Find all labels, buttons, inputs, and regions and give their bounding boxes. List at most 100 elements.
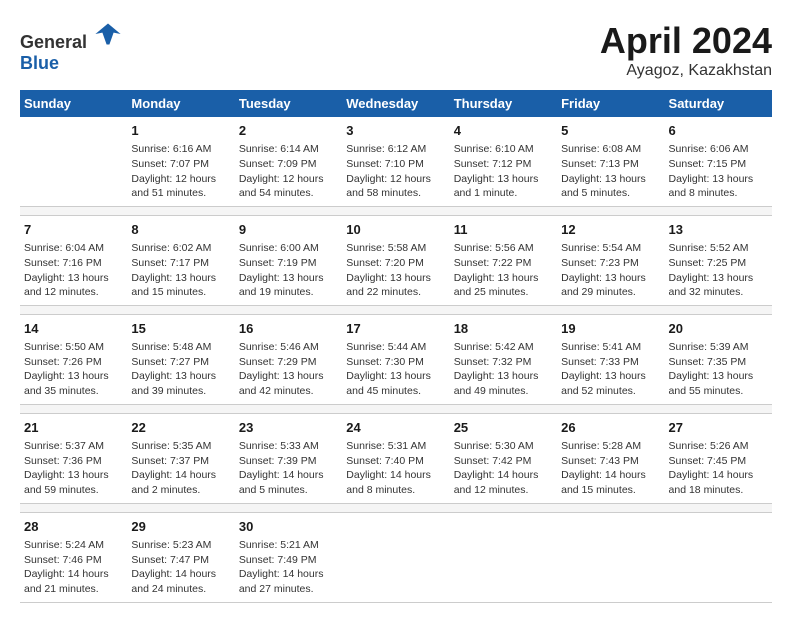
- day-number: 30: [239, 518, 338, 536]
- day-number: 8: [131, 221, 230, 239]
- day-info: Sunrise: 5:35 AM Sunset: 7:37 PM Dayligh…: [131, 439, 230, 498]
- day-number: 28: [24, 518, 123, 536]
- cell-week4-day3: 24 Sunrise: 5:31 AM Sunset: 7:40 PM Dayli…: [342, 413, 449, 503]
- cell-week1-day2: 2Sunrise: 6:14 AM Sunset: 7:09 PM Daylig…: [235, 117, 342, 206]
- day-number: 26: [561, 419, 660, 437]
- logo: General Blue: [20, 20, 122, 74]
- day-number: 22: [131, 419, 230, 437]
- week-row-4: 21Sunrise: 5:37 AM Sunset: 7:36 PM Dayli…: [20, 413, 772, 503]
- header-sunday: Sunday: [20, 90, 127, 117]
- day-number: 20: [669, 320, 768, 338]
- separator-cell: [20, 503, 772, 512]
- day-info: Sunrise: 5:33 AM Sunset: 7:39 PM Dayligh…: [239, 439, 338, 498]
- day-number: 16: [239, 320, 338, 338]
- cell-week5-day2: 30Sunrise: 5:21 AM Sunset: 7:49 PM Dayli…: [235, 512, 342, 602]
- cell-week2-day4: 11 Sunrise: 5:56 AM Sunset: 7:22 PM Dayli…: [450, 215, 557, 305]
- cell-week3-day4: 18Sunrise: 5:42 AM Sunset: 7:32 PM Dayli…: [450, 314, 557, 404]
- day-number: 11: [454, 221, 553, 239]
- day-info: Sunrise: 5:39 AM Sunset: 7:35 PM Dayligh…: [669, 340, 768, 399]
- day-info: Sunrise: 6:08 AM Sunset: 7:13 PM Dayligh…: [561, 142, 660, 201]
- cell-week1-day6: 6 Sunrise: 6:06 AM Sunset: 7:15 PM Daylig…: [665, 117, 772, 206]
- title-block: April 2024 Ayagoz, Kazakhstan: [600, 20, 772, 80]
- day-number: 6: [669, 122, 768, 140]
- week-row-3: 14Sunrise: 5:50 AM Sunset: 7:26 PM Dayli…: [20, 314, 772, 404]
- day-info: Sunrise: 5:23 AM Sunset: 7:47 PM Dayligh…: [131, 538, 230, 597]
- cell-week1-day0: [20, 117, 127, 206]
- cell-week3-day0: 14Sunrise: 5:50 AM Sunset: 7:26 PM Dayli…: [20, 314, 127, 404]
- cell-week3-day1: 15 Sunrise: 5:48 AM Sunset: 7:27 PM Dayli…: [127, 314, 234, 404]
- day-info: Sunrise: 6:06 AM Sunset: 7:15 PM Dayligh…: [669, 142, 768, 201]
- day-info: Sunrise: 5:50 AM Sunset: 7:26 PM Dayligh…: [24, 340, 123, 399]
- day-number: 23: [239, 419, 338, 437]
- day-number: 15: [131, 320, 230, 338]
- day-number: 25: [454, 419, 553, 437]
- week-separator-3: [20, 404, 772, 413]
- cell-week1-day5: 5Sunrise: 6:08 AM Sunset: 7:13 PM Daylig…: [557, 117, 664, 206]
- cell-week3-day3: 17 Sunrise: 5:44 AM Sunset: 7:30 PM Dayli…: [342, 314, 449, 404]
- cell-week1-day4: 4Sunrise: 6:10 AM Sunset: 7:12 PM Daylig…: [450, 117, 557, 206]
- week-separator-1: [20, 206, 772, 215]
- cell-week4-day2: 23 Sunrise: 5:33 AM Sunset: 7:39 PM Dayli…: [235, 413, 342, 503]
- cell-week1-day3: 3 Sunrise: 6:12 AM Sunset: 7:10 PM Daylig…: [342, 117, 449, 206]
- day-number: 7: [24, 221, 123, 239]
- separator-cell: [20, 206, 772, 215]
- day-number: 18: [454, 320, 553, 338]
- cell-week5-day3: [342, 512, 449, 602]
- day-info: Sunrise: 5:31 AM Sunset: 7:40 PM Dayligh…: [346, 439, 445, 498]
- day-info: Sunrise: 6:16 AM Sunset: 7:07 PM Dayligh…: [131, 142, 230, 201]
- day-info: Sunrise: 6:04 AM Sunset: 7:16 PM Dayligh…: [24, 241, 123, 300]
- header-tuesday: Tuesday: [235, 90, 342, 117]
- header-wednesday: Wednesday: [342, 90, 449, 117]
- day-info: Sunrise: 5:52 AM Sunset: 7:25 PM Dayligh…: [669, 241, 768, 300]
- cell-week5-day6: [665, 512, 772, 602]
- week-separator-2: [20, 305, 772, 314]
- day-number: 4: [454, 122, 553, 140]
- day-number: 13: [669, 221, 768, 239]
- cell-week5-day4: [450, 512, 557, 602]
- calendar-table: SundayMondayTuesdayWednesdayThursdayFrid…: [20, 90, 772, 603]
- cell-week2-day0: 7 Sunrise: 6:04 AM Sunset: 7:16 PM Daylig…: [20, 215, 127, 305]
- cell-week2-day5: 12Sunrise: 5:54 AM Sunset: 7:23 PM Dayli…: [557, 215, 664, 305]
- cell-week5-day5: [557, 512, 664, 602]
- cell-week2-day2: 9Sunrise: 6:00 AM Sunset: 7:19 PM Daylig…: [235, 215, 342, 305]
- cell-week5-day1: 29 Sunrise: 5:23 AM Sunset: 7:47 PM Dayli…: [127, 512, 234, 602]
- day-number: 29: [131, 518, 230, 536]
- header-monday: Monday: [127, 90, 234, 117]
- day-info: Sunrise: 5:48 AM Sunset: 7:27 PM Dayligh…: [131, 340, 230, 399]
- week-row-5: 28Sunrise: 5:24 AM Sunset: 7:46 PM Dayli…: [20, 512, 772, 602]
- cell-week4-day1: 22 Sunrise: 5:35 AM Sunset: 7:37 PM Dayli…: [127, 413, 234, 503]
- day-info: Sunrise: 5:26 AM Sunset: 7:45 PM Dayligh…: [669, 439, 768, 498]
- cell-week4-day5: 26Sunrise: 5:28 AM Sunset: 7:43 PM Dayli…: [557, 413, 664, 503]
- logo-bird-icon: [94, 20, 122, 48]
- cell-week3-day6: 20 Sunrise: 5:39 AM Sunset: 7:35 PM Dayli…: [665, 314, 772, 404]
- cell-week2-day3: 10Sunrise: 5:58 AM Sunset: 7:20 PM Dayli…: [342, 215, 449, 305]
- day-number: 24: [346, 419, 445, 437]
- day-info: Sunrise: 5:30 AM Sunset: 7:42 PM Dayligh…: [454, 439, 553, 498]
- cell-week2-day6: 13 Sunrise: 5:52 AM Sunset: 7:25 PM Dayli…: [665, 215, 772, 305]
- cell-week3-day5: 19Sunrise: 5:41 AM Sunset: 7:33 PM Dayli…: [557, 314, 664, 404]
- day-number: 27: [669, 419, 768, 437]
- day-number: 17: [346, 320, 445, 338]
- day-info: Sunrise: 6:02 AM Sunset: 7:17 PM Dayligh…: [131, 241, 230, 300]
- week-separator-4: [20, 503, 772, 512]
- day-info: Sunrise: 6:12 AM Sunset: 7:10 PM Dayligh…: [346, 142, 445, 201]
- day-info: Sunrise: 6:14 AM Sunset: 7:09 PM Dayligh…: [239, 142, 338, 201]
- day-info: Sunrise: 5:56 AM Sunset: 7:22 PM Dayligh…: [454, 241, 553, 300]
- day-number: 1: [131, 122, 230, 140]
- day-number: 9: [239, 221, 338, 239]
- logo-text: General Blue: [20, 20, 122, 74]
- day-number: 12: [561, 221, 660, 239]
- header-friday: Friday: [557, 90, 664, 117]
- logo-general: General: [20, 32, 87, 52]
- day-info: Sunrise: 5:46 AM Sunset: 7:29 PM Dayligh…: [239, 340, 338, 399]
- header-thursday: Thursday: [450, 90, 557, 117]
- calendar-title: April 2024: [600, 20, 772, 62]
- day-info: Sunrise: 5:41 AM Sunset: 7:33 PM Dayligh…: [561, 340, 660, 399]
- location-subtitle: Ayagoz, Kazakhstan: [600, 62, 772, 80]
- day-info: Sunrise: 5:44 AM Sunset: 7:30 PM Dayligh…: [346, 340, 445, 399]
- day-number: 3: [346, 122, 445, 140]
- logo-blue: Blue: [20, 53, 59, 73]
- week-row-1: 1 Sunrise: 6:16 AM Sunset: 7:07 PM Daylig…: [20, 117, 772, 206]
- cell-week4-day6: 27 Sunrise: 5:26 AM Sunset: 7:45 PM Dayli…: [665, 413, 772, 503]
- cell-week4-day4: 25 Sunrise: 5:30 AM Sunset: 7:42 PM Dayli…: [450, 413, 557, 503]
